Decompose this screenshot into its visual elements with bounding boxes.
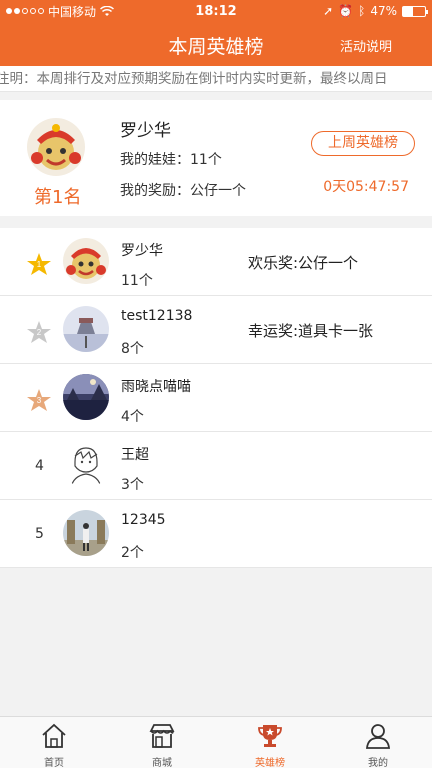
user-name: 雨晓点喵喵: [121, 379, 191, 395]
user-name: test12138: [121, 308, 193, 324]
champion-rank: 第1名: [34, 187, 82, 208]
tab-leaderboard[interactable]: 英雄榜: [216, 717, 324, 768]
avatar[interactable]: [63, 374, 109, 420]
activity-info-button[interactable]: 活动说明: [340, 36, 392, 55]
silver-star-badge-icon: 2: [27, 321, 51, 343]
doll-count: 4个: [121, 409, 144, 425]
battery-fill: [403, 6, 414, 16]
tab-label: 首页: [44, 758, 64, 768]
svg-text:1: 1: [37, 260, 42, 269]
rank-number: 5: [35, 526, 44, 542]
tab-shop[interactable]: 商城: [108, 717, 216, 768]
user-name: 罗少华: [121, 243, 163, 259]
last-week-leaderboard-button[interactable]: 上周英雄榜: [311, 131, 415, 156]
rank-number: 4: [35, 458, 44, 474]
countdown-timer: 0天05:47:57: [323, 179, 409, 195]
notice-marquee: 注明：本周排行及对应预期奖励在倒计时内实时更新，最终以周日: [0, 66, 432, 92]
list-item[interactable]: 3 雨晓点喵喵 4个: [0, 364, 432, 432]
user-name: 王超: [121, 447, 149, 463]
doll-count: 8个: [121, 341, 144, 357]
tab-bar: 首页 商城 英雄榜 我的: [0, 716, 432, 768]
battery-percent: 47%: [370, 4, 397, 18]
doll-count: 3个: [121, 477, 144, 493]
bluetooth-icon: ᛒ: [358, 4, 366, 18]
champion-reward: 我的奖励：公仔一个: [120, 183, 246, 199]
list-item[interactable]: 2 test12138 8个 幸运奖:道具卡一张: [0, 296, 432, 364]
doll-count: 2个: [121, 545, 144, 561]
shop-icon: [149, 724, 175, 748]
tab-label: 英雄榜: [255, 758, 285, 768]
alarm-icon: ⏰: [338, 4, 354, 18]
list-item[interactable]: 4 王超 3个: [0, 432, 432, 500]
user-name: 12345: [121, 512, 166, 528]
prize-label: 欢乐奖:公仔一个: [248, 254, 359, 272]
trophy-icon: [258, 725, 282, 747]
tab-home[interactable]: 首页: [0, 717, 108, 768]
tab-label: 我的: [368, 758, 388, 768]
avatar[interactable]: [63, 510, 109, 556]
doll-count: 11个: [121, 273, 153, 289]
list-item[interactable]: 5 12345 2个: [0, 500, 432, 568]
champion-avatar[interactable]: [27, 118, 85, 176]
prize-label: 幸运奖:道具卡一张: [248, 322, 374, 340]
svg-text:3: 3: [37, 396, 42, 405]
avatar[interactable]: [63, 306, 109, 352]
svg-text:2: 2: [37, 328, 42, 337]
champion-dolls: 我的娃娃：11个: [120, 152, 222, 168]
nav-bar: 本周英雄榜 活动说明: [0, 22, 432, 66]
champion-card: 第1名 罗少华 我的娃娃：11个 我的奖励：公仔一个 上周英雄榜 0天05:47…: [0, 100, 432, 216]
location-icon: ➚: [323, 4, 334, 18]
battery-icon: [402, 5, 428, 17]
ranking-list: 1 罗少华 11个 欢乐奖:公仔一个 2 test12138 8个 幸运奖:道具…: [0, 228, 432, 568]
status-right: ➚ ⏰ ᛒ 47%: [323, 4, 428, 18]
avatar[interactable]: [63, 238, 109, 284]
tab-label: 商城: [152, 758, 172, 768]
user-icon: [366, 724, 390, 749]
bronze-star-badge-icon: 3: [27, 389, 51, 411]
gold-star-badge-icon: 1: [27, 253, 51, 275]
avatar[interactable]: [63, 442, 109, 488]
home-icon: [42, 723, 66, 748]
list-item[interactable]: 1 罗少华 11个 欢乐奖:公仔一个: [0, 228, 432, 296]
tab-me[interactable]: 我的: [324, 717, 432, 768]
notice-text: 注明：本周排行及对应预期奖励在倒计时内实时更新，最终以周日: [0, 71, 388, 87]
champion-name: 罗少华: [120, 121, 171, 141]
status-bar: 中国移动 18:12 ➚ ⏰ ᛒ 47%: [0, 0, 432, 22]
